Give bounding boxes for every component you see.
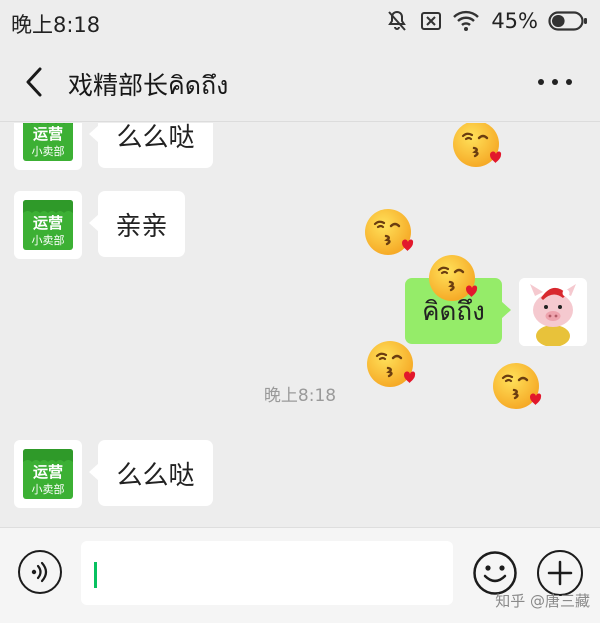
more-dots-icon (538, 79, 544, 85)
voice-button[interactable] (18, 550, 62, 594)
pig-avatar-icon (519, 278, 587, 346)
avatar-text-bottom: 小卖部 (32, 233, 65, 247)
my-avatar[interactable] (519, 278, 587, 346)
voice-icon (31, 561, 48, 583)
face-blowing-kiss-emoji (490, 359, 544, 413)
message-bubble-in[interactable]: 么么哒 (89, 440, 213, 506)
face-blowing-kiss-emoji (426, 251, 480, 305)
avatar-text-top: 运营 (33, 125, 63, 143)
input-bar: 知乎 @唐三藏 (0, 527, 600, 623)
avatar-text-bottom: 小卖部 (32, 482, 65, 496)
chevron-left-icon (26, 67, 42, 97)
back-button[interactable] (18, 64, 50, 100)
face-blowing-kiss-emoji (450, 123, 504, 171)
watermark: 知乎 @唐三藏 (495, 592, 590, 610)
chat-header: 戏精部长คิดถึง (0, 44, 600, 122)
avatar-text-bottom: 小卖部 (32, 144, 65, 158)
message-bubble-in[interactable]: 亲亲 (89, 191, 185, 257)
plus-icon (547, 560, 573, 586)
wifi-icon (453, 10, 480, 32)
avatar-text-top: 运营 (33, 463, 63, 481)
avatar-text-top: 运营 (33, 214, 63, 232)
face-blowing-kiss-emoji (364, 337, 418, 391)
avatar[interactable]: 运营 小卖部 (14, 191, 82, 259)
battery-icon (548, 10, 588, 32)
no-sim-icon (419, 9, 443, 33)
message-input[interactable] (81, 541, 453, 605)
status-time: 晚上8:18 (11, 13, 101, 37)
avatar[interactable]: 运营 小卖部 (14, 440, 82, 508)
chat-area[interactable]: 运营 小卖部 么么哒 运营 小卖部 亲亲 คิดถึง 晚上8:18 运营 小卖… (0, 123, 600, 527)
text-caret (94, 562, 97, 588)
status-icons: 45% (385, 8, 588, 34)
face-blowing-kiss-emoji (362, 205, 416, 259)
mute-icon (385, 9, 409, 33)
avatar[interactable]: 运营 小卖部 (14, 123, 82, 170)
message-bubble-in[interactable]: 么么哒 (89, 123, 213, 168)
status-bar: 晚上8:18 45% (0, 0, 600, 44)
chat-title: 戏精部长คิดถึง (68, 71, 229, 100)
battery-percent: 45% (491, 9, 538, 33)
more-button[interactable] (538, 74, 572, 90)
